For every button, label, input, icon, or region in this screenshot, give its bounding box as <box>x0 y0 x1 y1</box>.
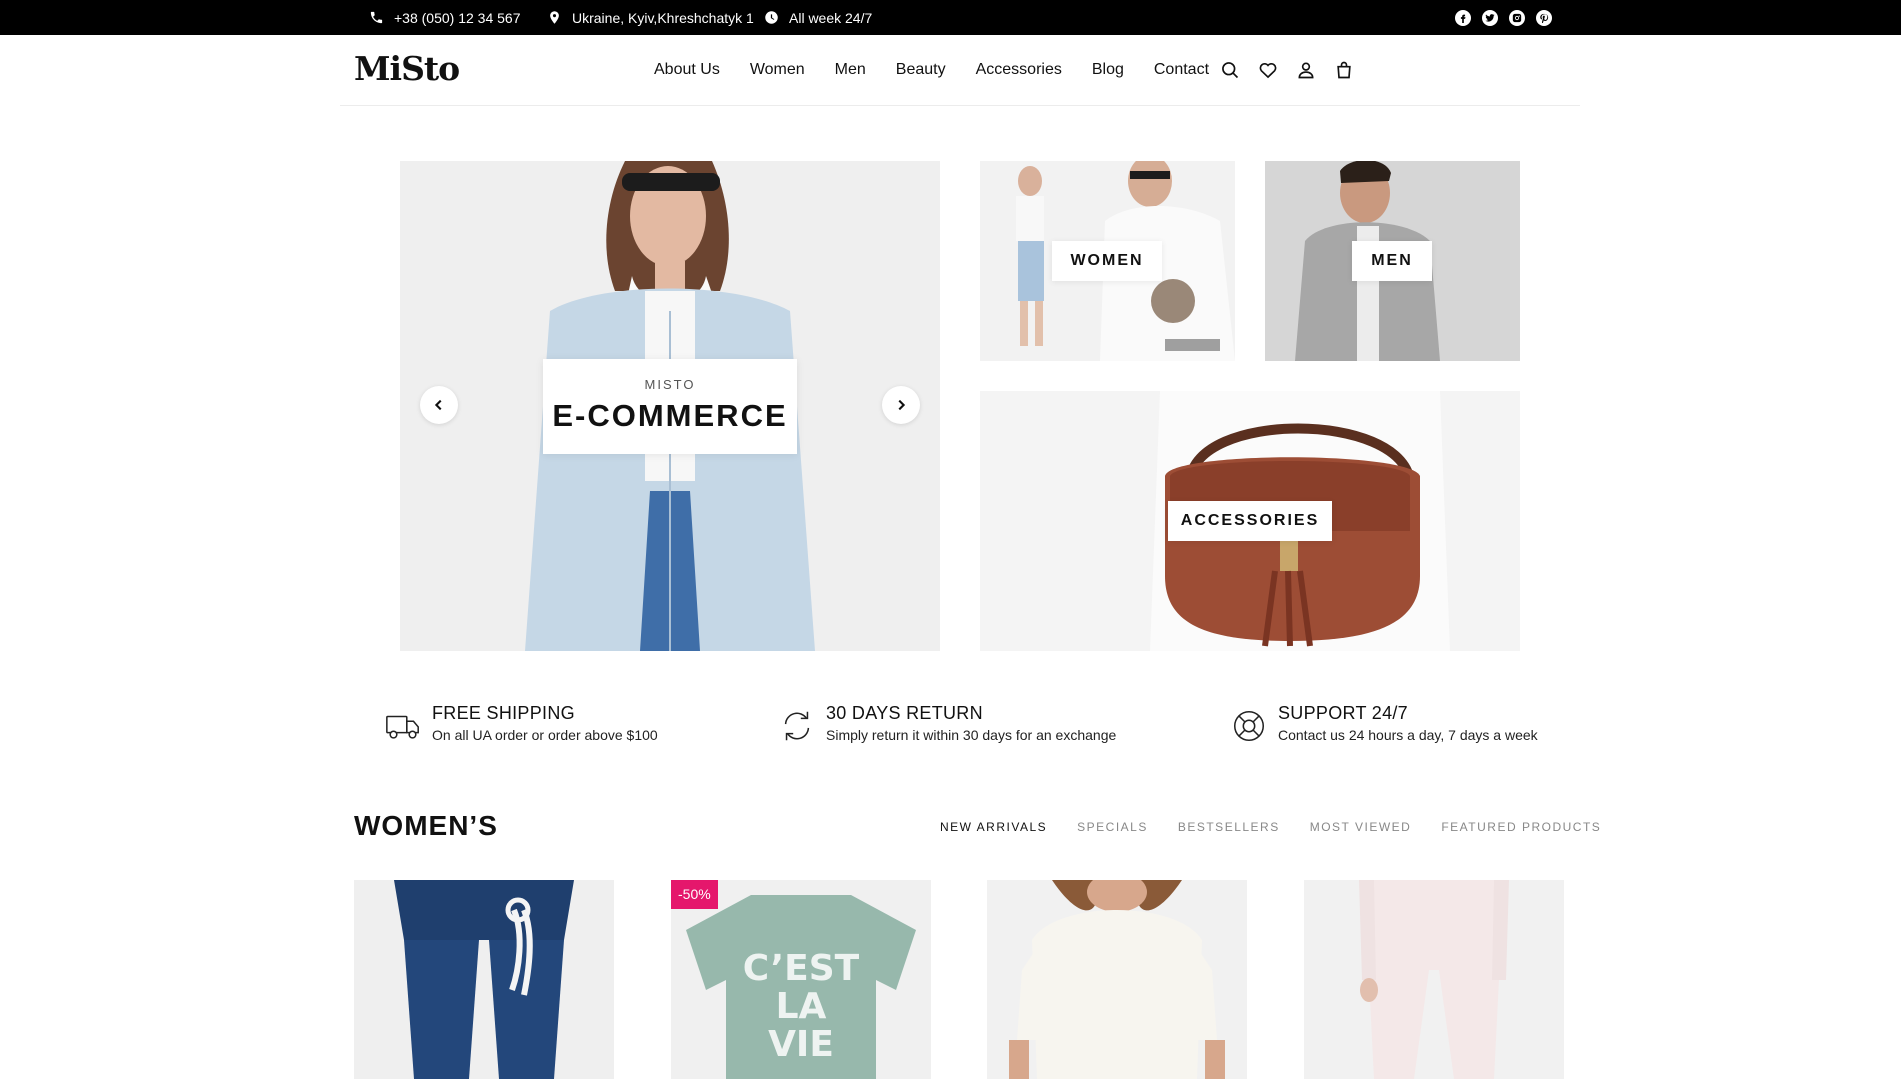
chevron-left-icon <box>434 399 442 411</box>
shirt-text-line-1: C’EST <box>743 948 860 989</box>
feature-desc: On all UA order or order above $100 <box>432 727 658 743</box>
phone-text: +38 (050) 12 34 567 <box>394 9 521 26</box>
feature-desc: Simply return it within 30 days for an e… <box>826 727 1117 743</box>
topbar-address: Ukraine, Kyiv,Khreshchatyk 1 <box>547 0 754 35</box>
shirt-text-line-2: LA <box>776 986 827 1027</box>
nav-about-us[interactable]: About Us <box>654 61 720 79</box>
feature-title: FREE SHIPPING <box>432 703 575 723</box>
slider-next-button[interactable] <box>882 386 920 424</box>
instagram-icon[interactable] <box>1509 9 1525 26</box>
topbar-hours: All week 24/7 <box>764 0 872 35</box>
phone-icon <box>370 11 383 24</box>
hero-subtitle: MISTO <box>644 377 696 392</box>
nav-men[interactable]: Men <box>835 61 866 79</box>
topbar-phone[interactable]: +38 (050) 12 34 567 <box>369 0 521 35</box>
nav-contact[interactable]: Contact <box>1154 61 1209 79</box>
category-men-tile[interactable]: MEN <box>1265 161 1520 361</box>
product-card[interactable] <box>987 880 1247 1079</box>
heart-icon[interactable] <box>1258 60 1278 80</box>
womens-section-title: WOMEN’S <box>354 810 498 841</box>
header-actions <box>1220 35 1354 105</box>
facebook-icon[interactable] <box>1455 9 1471 26</box>
category-women-tile[interactable]: WOMEN <box>980 161 1235 361</box>
address-text: Ukraine, Kyiv,Khreshchatyk 1 <box>572 9 754 26</box>
tab-specials[interactable]: SPECIALS <box>1077 820 1148 834</box>
search-icon[interactable] <box>1220 60 1240 80</box>
nav-accessories[interactable]: Accessories <box>976 61 1062 79</box>
tab-bestsellers[interactable]: BESTSELLERS <box>1178 820 1280 834</box>
product-card[interactable] <box>1304 880 1564 1079</box>
women-label[interactable]: WOMEN <box>1052 241 1162 281</box>
tab-featured-products[interactable]: FEATURED PRODUCTS <box>1441 820 1601 834</box>
twitter-icon[interactable] <box>1482 9 1498 26</box>
product-image <box>354 880 614 1079</box>
slider-prev-button[interactable] <box>420 386 458 424</box>
truck-icon <box>384 707 422 745</box>
nav-blog[interactable]: Blog <box>1092 61 1124 79</box>
product-image <box>1304 880 1564 1079</box>
hero-slider[interactable]: MISTO E-COMMERCE <box>400 161 940 651</box>
tab-most-viewed[interactable]: MOST VIEWED <box>1310 820 1412 834</box>
feature-support: SUPPORT 24/7 Contact us 24 hours a day, … <box>1230 703 1538 751</box>
site-logo[interactable]: MiSto <box>354 49 460 88</box>
accessories-label[interactable]: ACCESSORIES <box>1168 501 1332 541</box>
site-header: MiSto About Us Women Men Beauty Accessor… <box>340 35 1580 106</box>
feature-desc: Contact us 24 hours a day, 7 days a week <box>1278 727 1538 743</box>
location-pin-icon <box>550 11 559 24</box>
pinterest-icon[interactable] <box>1536 9 1552 26</box>
feature-title: SUPPORT 24/7 <box>1278 703 1408 723</box>
top-bar: +38 (050) 12 34 567 Ukraine, Kyiv,Khresh… <box>0 0 1901 35</box>
support-icon <box>1230 707 1268 745</box>
shirt-text-line-3: VIE <box>768 1024 834 1065</box>
men-label[interactable]: MEN <box>1352 241 1432 281</box>
cart-icon[interactable] <box>1334 60 1354 80</box>
return-icon <box>778 707 816 745</box>
social-links <box>1455 0 1552 35</box>
main-nav: About Us Women Men Beauty Accessories Bl… <box>654 35 1209 105</box>
nav-women[interactable]: Women <box>750 61 805 79</box>
clock-icon <box>765 11 778 24</box>
feature-title: 30 DAYS RETURN <box>826 703 983 723</box>
hero-caption: MISTO E-COMMERCE <box>543 359 797 454</box>
hours-text: All week 24/7 <box>789 9 873 26</box>
feature-30-days-return: 30 DAYS RETURN Simply return it within 3… <box>778 703 1116 751</box>
user-icon[interactable] <box>1296 60 1316 80</box>
chevron-right-icon <box>898 399 906 411</box>
product-image: C’EST LA VIE <box>671 880 931 1079</box>
product-tabs: NEW ARRIVALS SPECIALS BESTSELLERS MOST V… <box>940 820 1601 834</box>
hero-title: E-COMMERCE <box>552 398 788 433</box>
category-accessories-tile[interactable]: ACCESSORIES <box>980 391 1520 651</box>
sale-badge: -50% <box>671 880 718 909</box>
feature-free-shipping: FREE SHIPPING On all UA order or order a… <box>384 703 658 751</box>
nav-beauty[interactable]: Beauty <box>896 61 946 79</box>
product-image <box>987 880 1247 1079</box>
tab-new-arrivals[interactable]: NEW ARRIVALS <box>940 820 1047 834</box>
product-card[interactable] <box>354 880 614 1079</box>
product-card[interactable]: C’EST LA VIE -50% <box>671 880 931 1079</box>
